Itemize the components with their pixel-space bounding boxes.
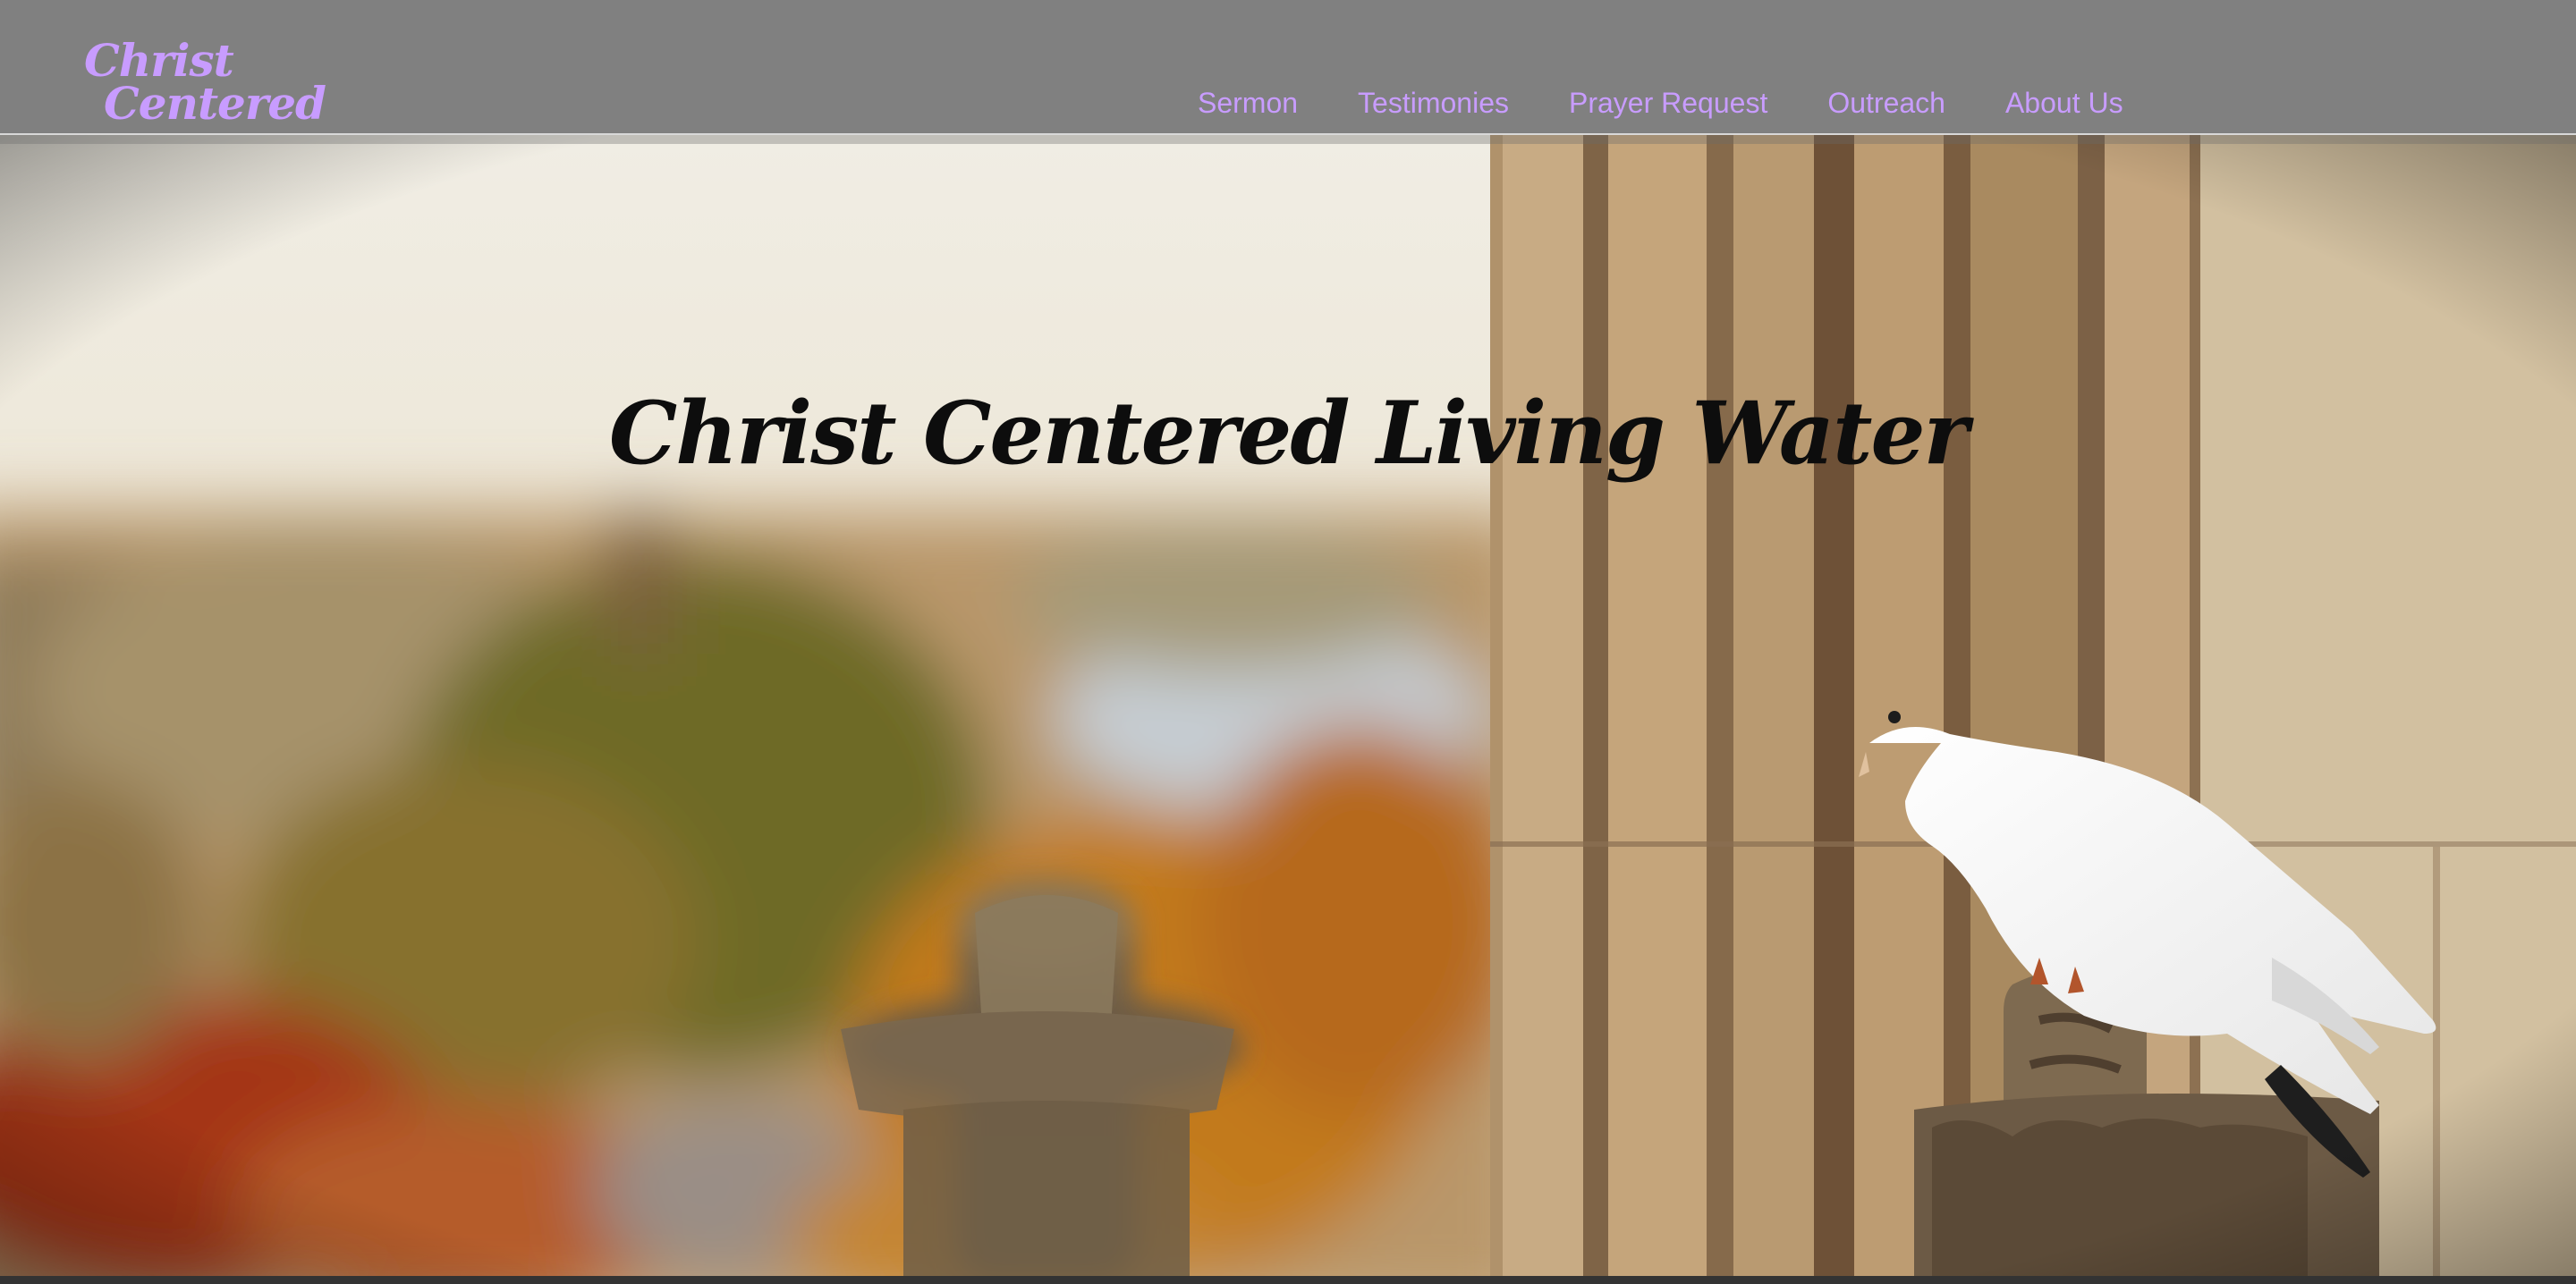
hero-image (0, 135, 2576, 1276)
hero-title: Christ Centered Living Water (608, 383, 1969, 484)
nav-testimonies[interactable]: Testimonies (1358, 82, 1509, 123)
hero-section: Christ Centered Living Water (0, 135, 2576, 1276)
nav-prayer-request[interactable]: Prayer Request (1569, 82, 1767, 123)
site-header: Christ Centered Sermon Testimonies Praye… (0, 0, 2576, 135)
page: Christ Centered Sermon Testimonies Praye… (0, 0, 2576, 1284)
logo-line-2: Centered (104, 77, 326, 130)
logo-line-1: Christ (84, 34, 234, 87)
nav-sermon[interactable]: Sermon (1198, 82, 1298, 123)
nav-outreach[interactable]: Outreach (1827, 82, 1945, 123)
bottom-edge (0, 1276, 2576, 1284)
site-logo[interactable]: Christ Centered (84, 34, 326, 130)
main-nav: Sermon Testimonies Prayer Request Outrea… (1198, 82, 2183, 123)
nav-about-us[interactable]: About Us (2005, 82, 2123, 123)
